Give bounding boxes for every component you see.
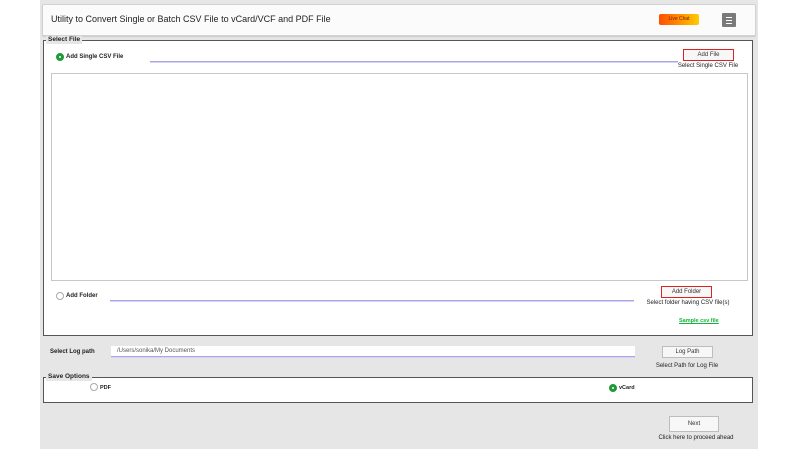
sample-csv-link[interactable]: Sample csv file xyxy=(679,318,719,324)
add-folder-label: Add Folder xyxy=(66,293,98,299)
add-folder-caption: Select folder having CSV file(s) xyxy=(646,300,730,306)
pdf-radio[interactable] xyxy=(90,383,98,391)
save-options-legend: Save Options xyxy=(46,373,92,381)
app-window: Utility to Convert Single or Batch CSV F… xyxy=(40,0,758,449)
add-file-button[interactable]: Add File xyxy=(683,49,734,61)
title-bar: Utility to Convert Single or Batch CSV F… xyxy=(42,4,756,36)
csv-file-list[interactable] xyxy=(51,73,748,281)
menu-line xyxy=(726,23,732,24)
add-folder-radio[interactable] xyxy=(56,292,64,300)
live-chat-button[interactable]: Live Chat xyxy=(659,14,699,25)
bottom-bar: Next Click here to proceed ahead xyxy=(40,412,758,449)
next-caption: Click here to proceed ahead xyxy=(658,435,734,441)
add-single-csv-radio[interactable] xyxy=(56,53,64,61)
menu-line xyxy=(726,17,732,18)
save-options-group: Save Options PDF vCard xyxy=(43,373,753,403)
vcard-radio[interactable] xyxy=(609,384,617,392)
pdf-label: PDF xyxy=(100,385,111,391)
log-path-label: Select Log path xyxy=(50,349,95,355)
next-button[interactable]: Next xyxy=(669,416,719,432)
hamburger-menu-icon[interactable] xyxy=(722,13,736,27)
single-csv-path-input[interactable] xyxy=(150,51,678,62)
select-file-group: Select File Add Single CSV File Add File… xyxy=(43,36,753,336)
window-title: Utility to Convert Single or Batch CSV F… xyxy=(51,14,331,24)
add-single-csv-label: Add Single CSV File xyxy=(66,54,124,60)
select-file-legend: Select File xyxy=(46,36,83,44)
folder-path-input[interactable] xyxy=(110,290,634,301)
add-file-caption: Select Single CSV File xyxy=(677,63,739,69)
log-path-button[interactable]: Log Path xyxy=(662,346,713,358)
log-path-input[interactable]: /Users/sonika/My Documents xyxy=(111,346,635,357)
log-path-caption: Select Path for Log File xyxy=(655,363,719,369)
vcard-label: vCard xyxy=(619,385,635,391)
menu-line xyxy=(726,20,732,21)
add-folder-button[interactable]: Add Folder xyxy=(661,286,712,298)
